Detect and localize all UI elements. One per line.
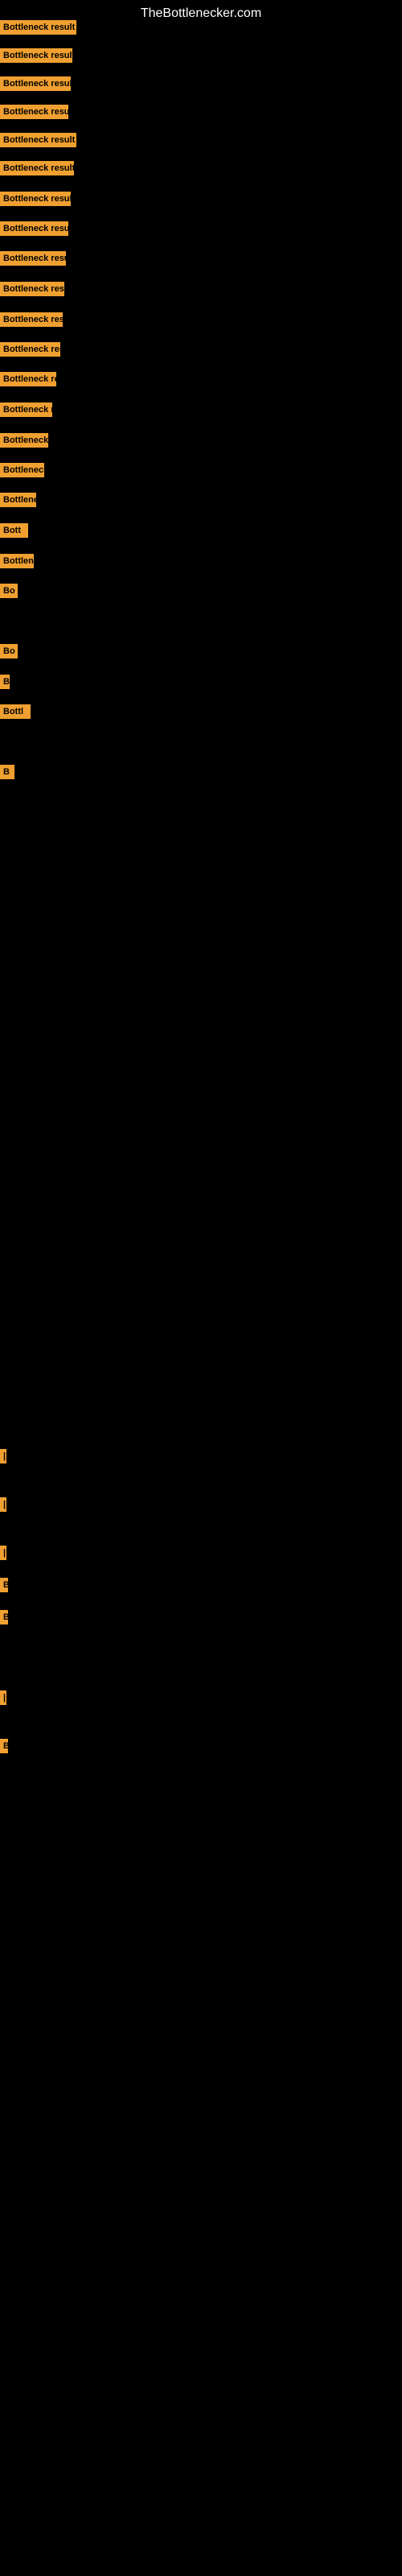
bottleneck-bar: | xyxy=(0,1546,6,1560)
bottleneck-bar: Bottleneck result xyxy=(0,20,76,35)
bottleneck-bar: Bottleneck result xyxy=(0,342,60,357)
bottleneck-bar: Bottleneck result xyxy=(0,312,63,327)
bottleneck-bar: Bottleneck result xyxy=(0,105,68,119)
bottleneck-bar: Bottleneck result xyxy=(0,133,76,147)
bottleneck-bar: Bottlenec xyxy=(0,493,36,507)
bottleneck-bar: Bottlene xyxy=(0,554,34,568)
bottleneck-bar: Bottleneck result xyxy=(0,463,44,477)
bottleneck-bar: Bottleneck result xyxy=(0,76,71,91)
bottleneck-bar: B xyxy=(0,1578,8,1592)
bottleneck-bar: Bottleneck result xyxy=(0,251,66,266)
bottleneck-bar: | xyxy=(0,1497,6,1512)
bottleneck-bar: Bottleneck result xyxy=(0,282,64,296)
bottleneck-bar: Bottleneck result xyxy=(0,192,71,206)
bottleneck-bar: | xyxy=(0,1449,6,1463)
bottleneck-bar: Bottleneck result xyxy=(0,372,56,386)
bottleneck-bar: Bottleneck result xyxy=(0,402,52,417)
bottleneck-bar: Bottleneck result xyxy=(0,48,72,63)
bottleneck-bar: B xyxy=(0,1610,8,1624)
bottleneck-bar: Bottl xyxy=(0,704,31,719)
bottleneck-bar: B xyxy=(0,675,10,689)
bottleneck-bar: Bottleneck result xyxy=(0,221,68,236)
bottleneck-bar: Bott xyxy=(0,523,28,538)
bottleneck-bar: Bo xyxy=(0,584,18,598)
bottleneck-bar: Bottleneck result xyxy=(0,161,74,175)
bottleneck-bar: B xyxy=(0,765,14,779)
bottleneck-bar: B xyxy=(0,1739,8,1753)
bottleneck-bar: Bottleneck result xyxy=(0,433,48,448)
bottleneck-bar: Bo xyxy=(0,644,18,658)
bottleneck-bar: | xyxy=(0,1690,6,1705)
